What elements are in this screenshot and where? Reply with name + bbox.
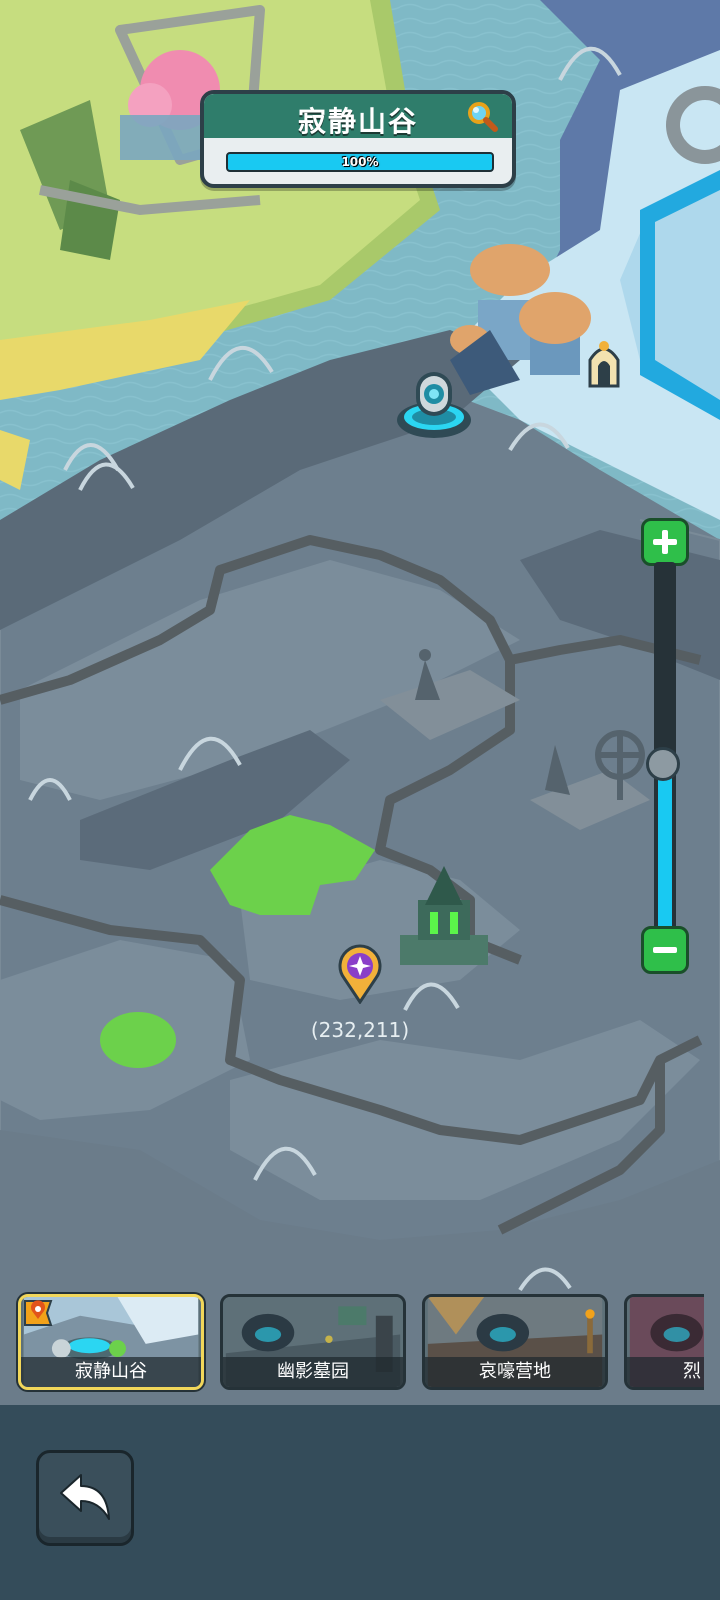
back-button[interactable] bbox=[36, 1450, 134, 1546]
progress-label: 100% bbox=[341, 155, 379, 169]
region-tile-label: 幽影墓园 bbox=[223, 1357, 403, 1387]
region-tile-label: 寂静山谷 bbox=[21, 1357, 201, 1387]
region-header: 寂静山谷 bbox=[204, 94, 512, 138]
zoom-slider-fill bbox=[658, 764, 672, 930]
zoom-slider-track[interactable] bbox=[654, 562, 676, 930]
region-tile-label: 烈 bbox=[627, 1357, 704, 1387]
region-tile-silent-valley[interactable]: 寂静山谷 bbox=[18, 1294, 204, 1390]
region-tile-label: 哀嚎营地 bbox=[425, 1357, 605, 1387]
region-tile-partial[interactable]: 烈 bbox=[624, 1294, 704, 1390]
region-info-card: 寂静山谷 100% bbox=[200, 90, 516, 188]
map-terrain bbox=[0, 0, 720, 1405]
world-map[interactable] bbox=[0, 0, 720, 1405]
player-coordinates: (232,211) bbox=[310, 1018, 410, 1042]
back-arrow-icon bbox=[60, 1474, 110, 1520]
region-selector[interactable]: 寂静山谷 幽影墓园 哀嚎营地 烈 bbox=[0, 1290, 704, 1395]
region-tile-howling-camp[interactable]: 哀嚎营地 bbox=[422, 1294, 608, 1390]
region-tile-shadow-cemetery[interactable]: 幽影墓园 bbox=[220, 1294, 406, 1390]
location-pin-star-icon[interactable] bbox=[336, 944, 384, 1005]
current-location-flag-icon bbox=[24, 1300, 53, 1326]
exploration-progress-bar: 100% bbox=[226, 152, 494, 172]
magnifier-icon[interactable] bbox=[466, 100, 498, 132]
zoom-in-button[interactable] bbox=[641, 518, 689, 566]
zoom-out-button[interactable] bbox=[641, 926, 689, 974]
